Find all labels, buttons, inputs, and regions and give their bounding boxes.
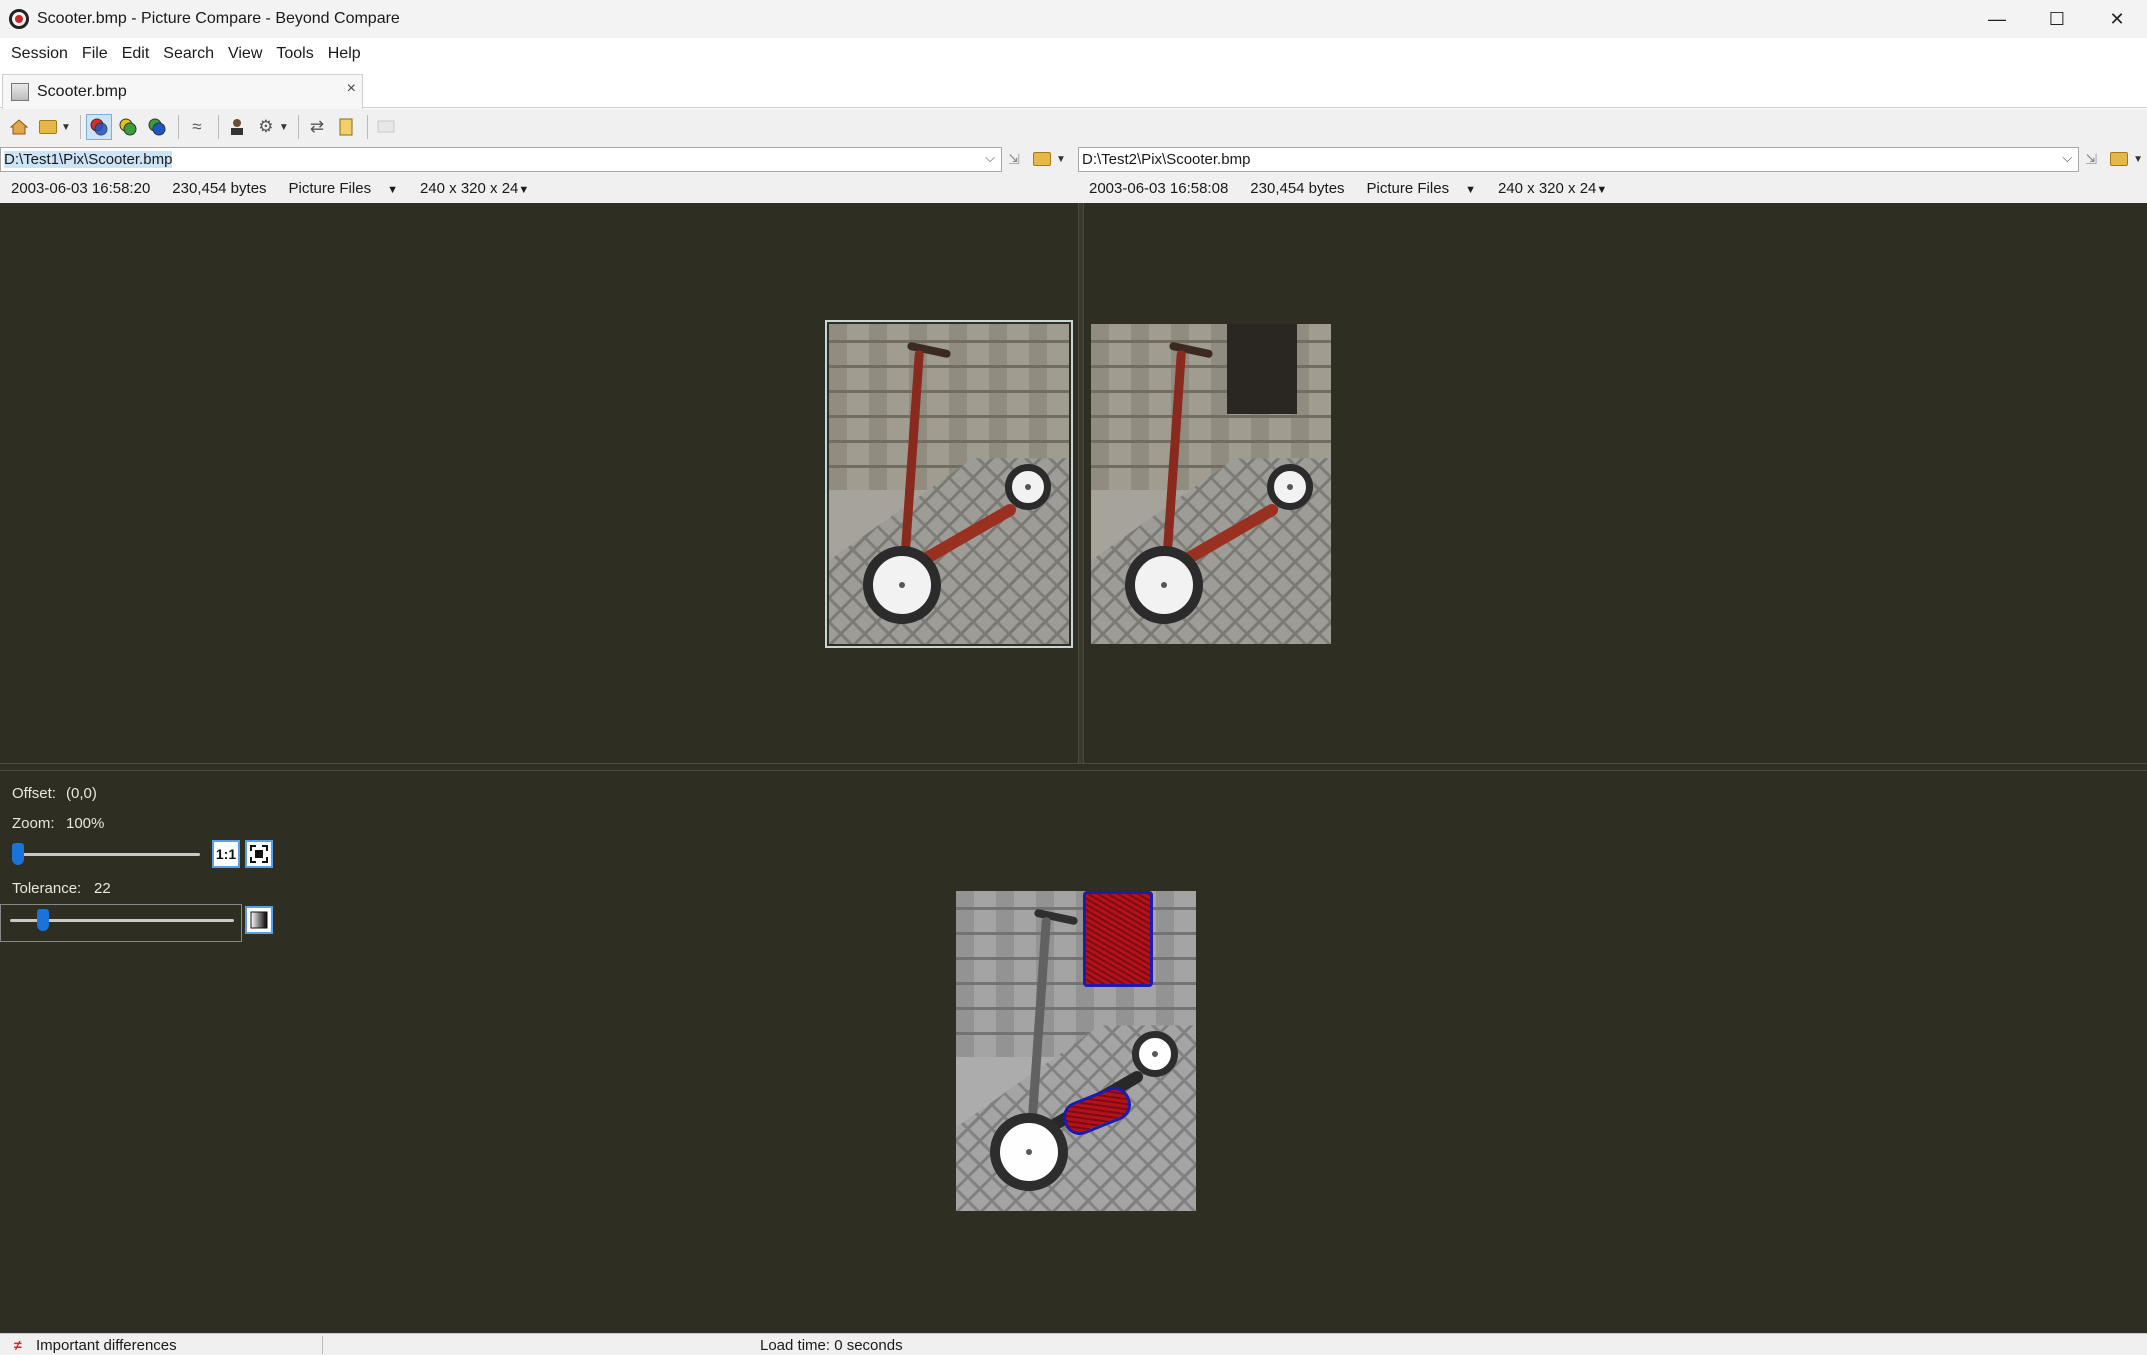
important-differences-icon: ≠ (14, 1337, 22, 1353)
right-picture-pane[interactable] (1084, 203, 2147, 763)
tab-bar: Scooter.bmp × (0, 70, 2147, 109)
left-path-go-icon[interactable]: ⇲ (1002, 147, 1026, 171)
show-right-icon[interactable] (144, 114, 170, 140)
left-filter-select[interactable]: Picture Files ▼ (289, 180, 398, 197)
zoom-fit-button[interactable] (245, 840, 273, 868)
swap-sides-icon[interactable]: ⇄ (304, 114, 330, 140)
left-scooter-image[interactable] (829, 324, 1069, 644)
offset-value: (0,0) (66, 785, 97, 802)
left-browse-folder-icon[interactable] (1030, 147, 1054, 171)
left-path-dropdown-icon[interactable]: ⌵ (985, 150, 995, 166)
difference-image[interactable] (956, 891, 1196, 1211)
zoom-value: 100% (66, 815, 105, 832)
horizontal-splitter[interactable] (0, 763, 2147, 771)
left-timestamp: 2003-06-03 16:58:20 (11, 179, 151, 197)
tolerance-label: Tolerance: (12, 880, 82, 897)
toolbar-separator (79, 115, 81, 139)
left-path-text: D:\Test1\Pix\Scooter.bmp (4, 150, 173, 168)
window-title: Scooter.bmp - Picture Compare - Beyond C… (37, 10, 400, 27)
right-browse-folder-icon[interactable] (2107, 147, 2131, 171)
right-path-dropdown-icon[interactable]: ⌵ (2062, 150, 2072, 166)
tab-close-icon[interactable]: × (347, 80, 356, 98)
maximize-button[interactable]: ☐ (2027, 0, 2087, 38)
zoom-slider-track[interactable] (12, 853, 200, 856)
left-dimensions-label: 240 x 320 x 24 (419, 179, 519, 197)
status-bar: ≠ Important differences Load time: 0 sec… (0, 1333, 2147, 1355)
left-path-input[interactable]: D:\Test1\Pix\Scooter.bmp ⌵ (0, 146, 1002, 172)
show-left-icon[interactable] (115, 114, 141, 140)
format-settings-icon[interactable]: ⚙ (253, 114, 279, 140)
right-filter-label: Picture Files (1366, 179, 1450, 197)
right-info-bar: 2003-06-03 16:58:08 230,454 bytes Pictur… (1078, 173, 2147, 203)
tolerance-slider-thumb[interactable] (37, 909, 50, 931)
menu-view[interactable]: View (221, 45, 269, 63)
tolerance-value: 22 (94, 880, 111, 897)
rules-person-icon[interactable] (224, 114, 250, 140)
fit-to-window-icon (250, 845, 268, 863)
right-dimensions-dropdown-icon: ▼ (1596, 183, 1608, 196)
approximately-equal-icon[interactable]: ≈ (184, 114, 210, 140)
left-filter-dropdown-icon: ▼ (387, 183, 398, 196)
menu-file[interactable]: File (75, 45, 115, 63)
left-info-bar: 2003-06-03 16:58:20 230,454 bytes Pictur… (0, 173, 1078, 203)
picture-file-icon (11, 83, 29, 101)
right-path-go-icon[interactable]: ⇲ (2079, 147, 2103, 171)
right-filter-dropdown-icon: ▼ (1465, 183, 1476, 196)
right-path-input[interactable]: D:\Test2\Pix\Scooter.bmp ⌵ (1078, 146, 2080, 172)
right-browse-dropdown-icon[interactable]: ▼ (2133, 154, 2143, 165)
menu-edit[interactable]: Edit (115, 45, 157, 63)
format-dropdown-icon[interactable]: ▼ (279, 122, 289, 133)
home-icon[interactable] (6, 114, 32, 140)
left-path-bar: D:\Test1\Pix\Scooter.bmp ⌵ ⇲ ▼ (0, 145, 1076, 173)
status-differences: Important differences (36, 1337, 177, 1354)
gradient-icon (250, 911, 268, 929)
left-file-size: 230,454 bytes (172, 179, 267, 197)
left-dimensions-dropdown-icon: ▼ (518, 183, 530, 196)
right-path-text: D:\Test2\Pix\Scooter.bmp (1082, 150, 1251, 168)
right-path-bar: D:\Test2\Pix\Scooter.bmp ⌵ ⇲ ▼ (1076, 145, 2147, 173)
tab-label: Scooter.bmp (37, 83, 127, 100)
beyond-compare-app-icon (9, 9, 29, 29)
right-scooter-image[interactable] (1091, 324, 1331, 644)
left-picture-pane[interactable] (0, 203, 1078, 763)
difference-pane: Offset: (0,0) Zoom: 100% 1:1 Tolerance: … (0, 771, 2147, 1333)
show-differences-icon[interactable] (85, 114, 112, 140)
window-controls: — ☐ ✕ (1967, 0, 2147, 38)
sessions-icon[interactable] (35, 114, 61, 140)
toolbar-separator (177, 115, 179, 139)
right-filter-select[interactable]: Picture Files ▼ (1367, 180, 1476, 197)
tolerance-gradient-button[interactable] (245, 906, 273, 934)
right-dimensions-label: 240 x 320 x 24 (1497, 179, 1597, 197)
right-file-size: 230,454 bytes (1250, 179, 1345, 197)
menu-help[interactable]: Help (321, 45, 368, 63)
menu-bar: Session File Edit Search View Tools Help (0, 38, 2147, 70)
toolbar-separator (366, 115, 368, 139)
minimize-button[interactable]: — (1967, 0, 2027, 38)
tab-scooter[interactable]: Scooter.bmp × (2, 74, 363, 109)
right-timestamp: 2003-06-03 16:58:08 (1089, 179, 1229, 197)
close-window-button[interactable]: ✕ (2087, 0, 2147, 38)
title-bar: Scooter.bmp - Picture Compare - Beyond C… (0, 0, 2147, 38)
menu-session[interactable]: Session (4, 45, 75, 63)
left-dimensions-select[interactable]: 240 x 320 x 24▼ (420, 180, 529, 197)
toolbar-separator (297, 115, 299, 139)
difference-region-doorway (1083, 891, 1153, 987)
comment-icon[interactable] (373, 114, 399, 140)
offset-label: Offset: (12, 785, 56, 802)
status-load-time: Load time: 0 seconds (760, 1337, 903, 1354)
toolbar-separator (217, 115, 219, 139)
right-dimensions-select[interactable]: 240 x 320 x 24▼ (1498, 180, 1607, 197)
menu-tools[interactable]: Tools (269, 45, 320, 63)
left-filter-label: Picture Files (288, 179, 372, 197)
toolbar: ▼ ≈ ⚙ ▼ ⇄ (0, 109, 2147, 145)
zoom-one-to-one-button[interactable]: 1:1 (212, 840, 240, 868)
zoom-label: Zoom: (12, 815, 55, 832)
menu-search[interactable]: Search (156, 45, 221, 63)
status-separator (322, 1336, 323, 1354)
left-browse-dropdown-icon[interactable]: ▼ (1056, 154, 1066, 165)
sessions-dropdown-icon[interactable]: ▼ (61, 122, 71, 133)
zoom-slider-thumb[interactable] (12, 843, 24, 865)
reload-icon[interactable] (333, 114, 359, 140)
